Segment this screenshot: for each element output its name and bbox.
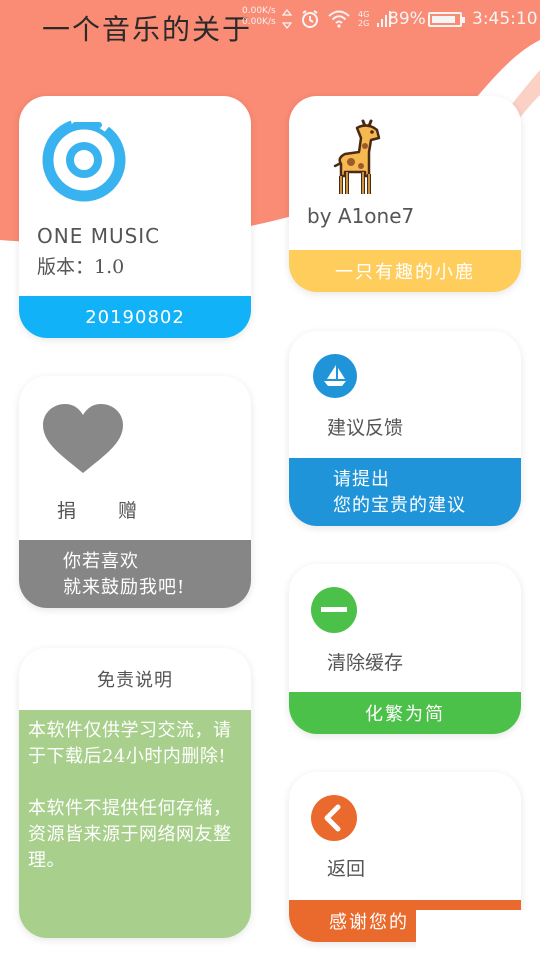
donate-line-2: 就来鼓励我吧! xyxy=(63,577,186,598)
net-speed-up: 0.00K/s xyxy=(242,6,276,16)
clear-cache-card[interactable]: 清除缓存 化繁为简 xyxy=(289,564,521,734)
disclaimer-title: 免责说明 xyxy=(97,670,173,691)
clear-cache-banner: 化繁为简 xyxy=(289,692,521,734)
page-title: 一个音乐的关于 xyxy=(42,13,253,46)
feedback-label: 建议反馈 xyxy=(327,417,404,439)
author-tagline-banner: 一只有趣的小鹿 xyxy=(289,250,521,292)
network-speed: 0.00K/s 0.00K/s xyxy=(242,6,276,28)
feedback-banner: 请提出 您的宝贵的建议 xyxy=(289,458,521,526)
disclaimer-card: 免责说明 本软件仅供学习交流，请于下载后24小时内删除! 本软件不提供任何存储，… xyxy=(19,648,251,938)
author-name: by A1one7 xyxy=(307,204,415,228)
overlay-panel xyxy=(416,910,540,960)
battery-icon xyxy=(428,12,465,27)
chevron-left-icon xyxy=(311,795,357,841)
disclaimer-paragraph-1: 本软件仅供学习交流，请于下载后24小时内删除! xyxy=(28,720,232,767)
heart-icon xyxy=(43,404,123,473)
battery-percent: 89% xyxy=(388,9,426,29)
net-speed-down: 0.00K/s xyxy=(242,17,276,27)
status-icons: 4G 2G xyxy=(282,6,393,32)
disclaimer-body: 本软件仅供学习交流，请于下载后24小时内删除! 本软件不提供任何存储，资源皆来源… xyxy=(19,710,251,938)
music-disc-icon xyxy=(42,117,126,202)
data-arrows-icon xyxy=(282,8,292,30)
build-date-banner: 20190802 xyxy=(19,296,251,338)
minus-circle-icon xyxy=(311,587,357,633)
paper-boat-icon xyxy=(313,354,357,398)
feedback-card[interactable]: 建议反馈 请提出 您的宝贵的建议 xyxy=(289,331,521,526)
app-version: 版本：1.0 xyxy=(37,256,125,278)
app-info-card[interactable]: ONE MUSIC 版本：1.0 20190802 xyxy=(19,96,251,338)
back-label: 返回 xyxy=(327,858,366,880)
donate-label: 捐 赠 xyxy=(57,500,156,522)
clock: 3:45:10 xyxy=(472,9,538,29)
donate-card[interactable]: 捐 赠 你若喜欢 就来鼓励我吧! xyxy=(19,376,251,608)
app-name: ONE MUSIC xyxy=(37,224,161,248)
author-card[interactable]: by A1one7 一只有趣的小鹿 xyxy=(289,96,521,292)
alarm-icon xyxy=(300,9,320,29)
network-type: 4G 2G xyxy=(358,10,370,28)
wifi-icon xyxy=(328,10,350,28)
feedback-line-1: 请提出 xyxy=(333,469,390,490)
donate-banner: 你若喜欢 就来鼓励我吧! xyxy=(19,540,251,608)
giraffe-icon xyxy=(333,119,381,194)
donate-line-1: 你若喜欢 xyxy=(63,551,139,572)
disclaimer-paragraph-2: 本软件不提供任何存储，资源皆来源于网络网友整理。 xyxy=(28,798,232,871)
clear-cache-label: 清除缓存 xyxy=(327,652,404,674)
feedback-line-2: 您的宝贵的建议 xyxy=(333,495,466,516)
status-bar: 一个音乐的关于 0.00K/s 0.00K/s 4G 2G 89% 3:45:1… xyxy=(0,0,540,46)
